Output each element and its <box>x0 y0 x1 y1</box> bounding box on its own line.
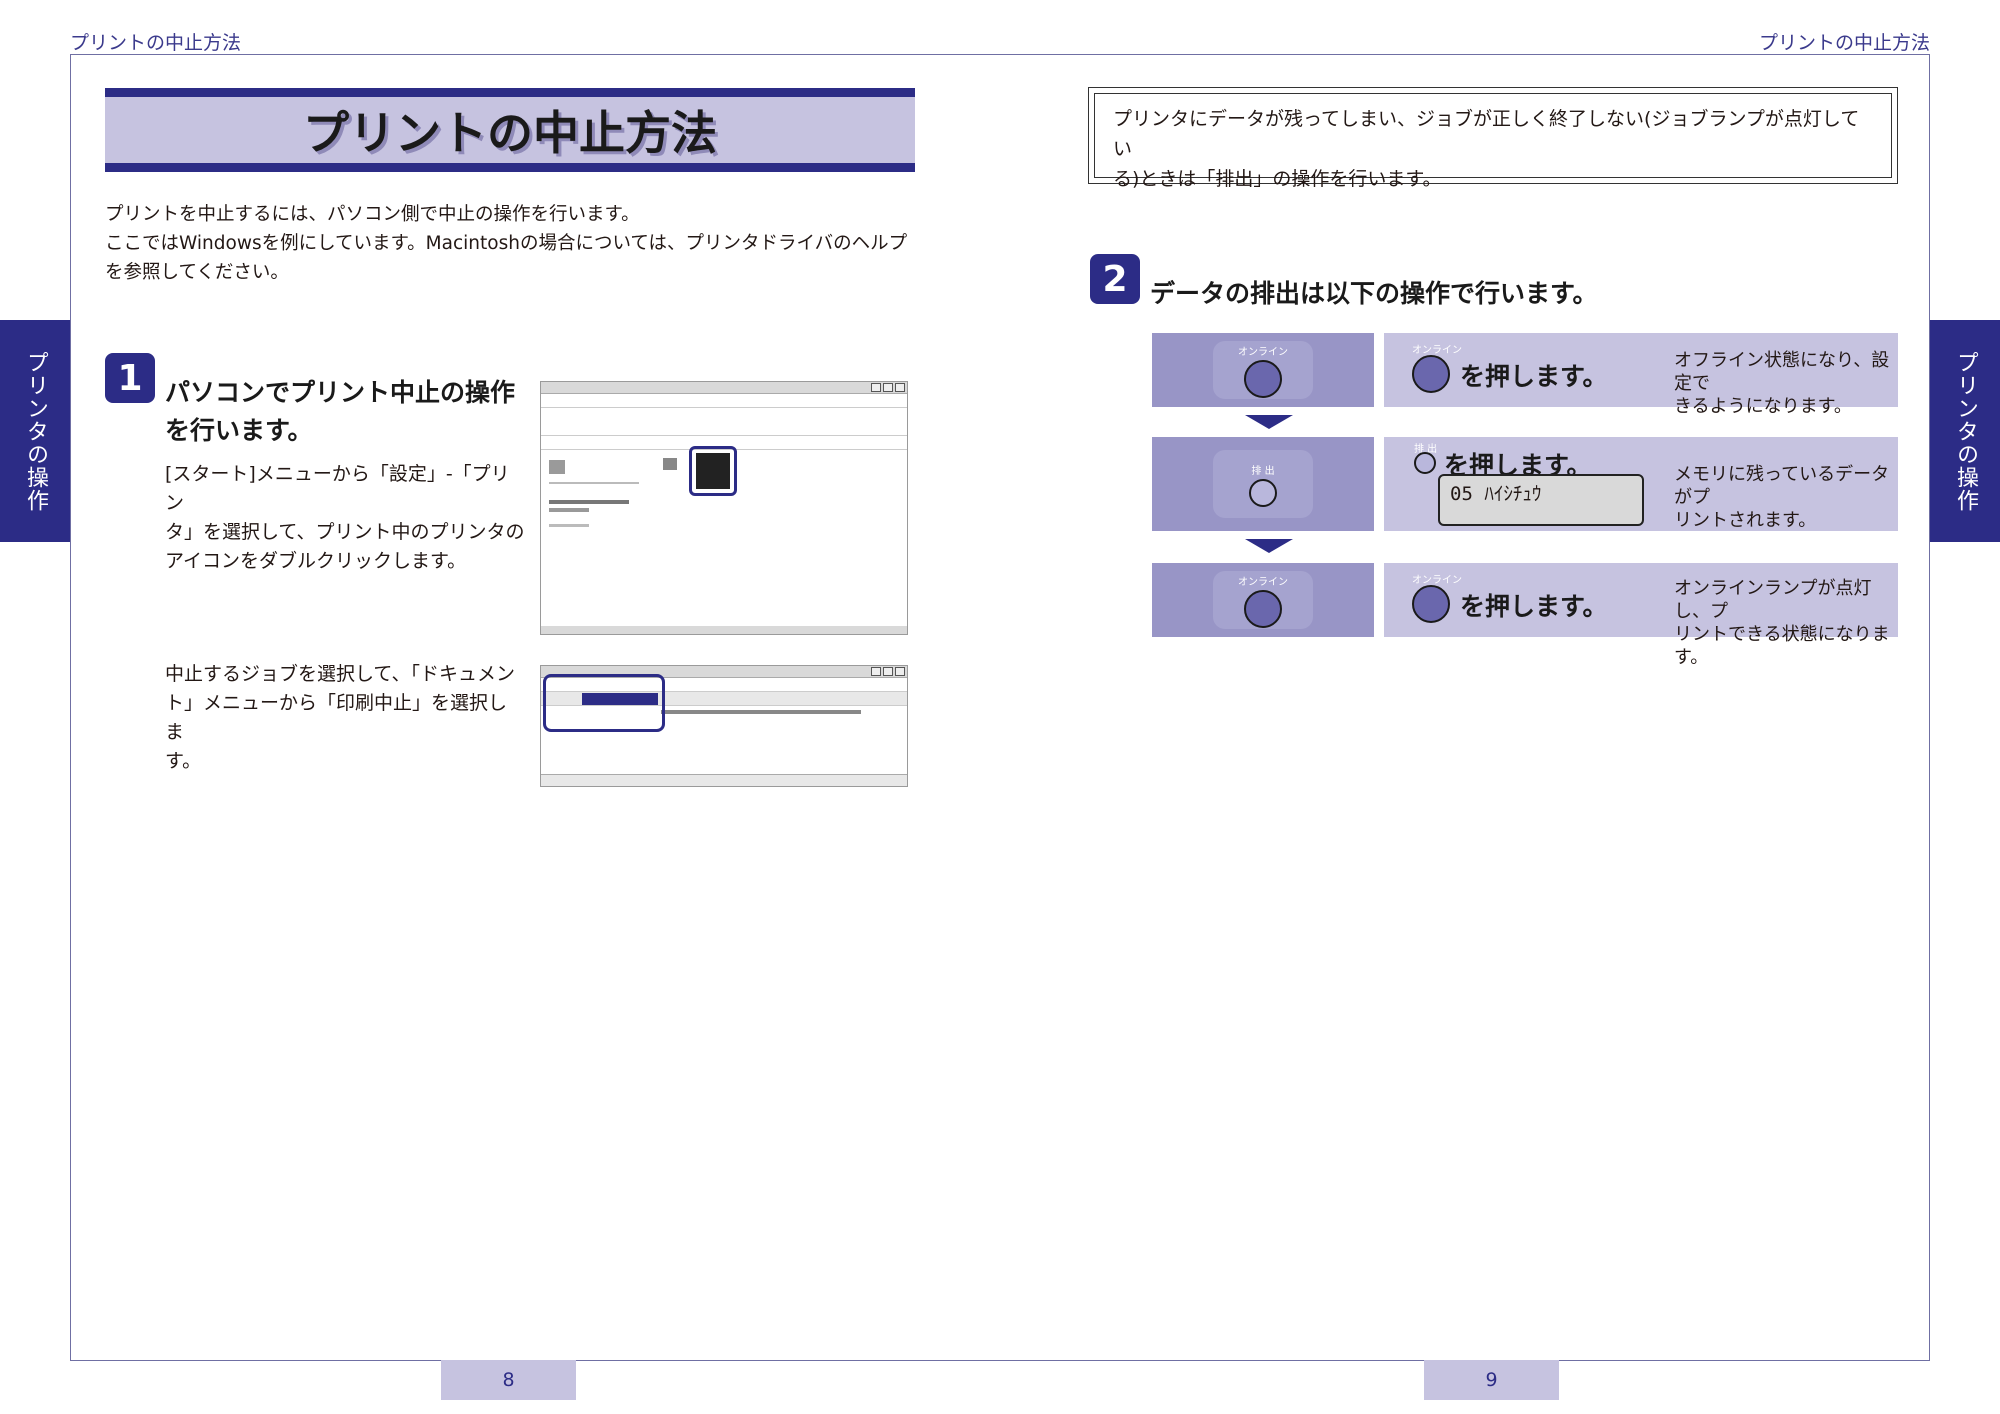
step-text-line: ト」メニューから「印刷中止」を選択しま <box>165 692 508 743</box>
desc-line: オンラインランプが点灯し、プ <box>1674 578 1872 622</box>
document-count-placeholder <box>549 524 589 527</box>
close-icon <box>895 383 905 392</box>
side-tab-left: プリンタの操作 <box>0 320 70 542</box>
button-caption: 排 出 <box>1251 465 1275 477</box>
add-printer-icon <box>663 458 677 470</box>
instruction-row-3: オンライン を押します。 オンラインランプが点灯し、プ リントできる状態になりま… <box>1384 563 1898 668</box>
folder-content <box>541 446 907 630</box>
toolbar <box>541 408 907 436</box>
eject-button-icon <box>1249 478 1277 507</box>
printer-name-placeholder <box>549 500 629 504</box>
status-bar <box>541 774 907 786</box>
step-2-heading: データの排出は以下の操作で行います。 <box>1150 279 1598 308</box>
online-button-graphic: オンライン <box>1213 571 1313 629</box>
button-caption: オンライン <box>1238 346 1288 358</box>
close-icon <box>895 667 905 676</box>
maximize-icon <box>883 383 893 392</box>
panel-button-row-3: オンライン <box>1152 563 1374 637</box>
step-text-line: タ」を選択して、プリント中のプリンタの <box>165 521 525 543</box>
row-description: オフライン状態になり、設定で きるようになります。 <box>1674 349 1904 418</box>
desc-line: リントできる状態になります。 <box>1674 624 1890 668</box>
panel-button-row-1: オンライン <box>1152 333 1374 407</box>
down-arrow-icon <box>1245 539 1293 553</box>
window-titlebar <box>541 382 907 394</box>
step-2-badge: 2 <box>1090 254 1140 304</box>
minimize-icon <box>871 667 881 676</box>
divider <box>549 482 639 484</box>
note-box: プリンタにデータが残ってしまい、ジョブが正しく終了しない(ジョブランプが点灯して… <box>1088 87 1898 190</box>
page-number-right: 9 <box>1424 1360 1559 1400</box>
printer-name-placeholder <box>549 508 589 512</box>
online-button-icon <box>1412 355 1450 393</box>
side-tab-right: プリンタの操作 <box>1930 320 2000 542</box>
job-info-placeholder <box>661 710 861 714</box>
step-1-heading: パソコンでプリント中止の操作 を行います。 <box>165 374 525 450</box>
desc-line: リントされます。 <box>1674 510 1817 531</box>
step-text-line: 中止するジョブを選択して、「ドキュメン <box>165 663 515 685</box>
small-caption: オンライン <box>1412 575 1462 586</box>
online-button-icon <box>1244 589 1282 628</box>
running-title-left: プリントの中止方法 <box>70 32 242 54</box>
step-text-line: アイコンをダブルクリックします。 <box>165 550 467 572</box>
online-button-icon <box>1244 359 1282 398</box>
down-arrow-icon <box>1245 415 1293 429</box>
side-tab-right-label: プリンタの操作 <box>1953 350 1978 512</box>
print-queue-screenshot <box>540 665 908 787</box>
page-title-bar: プリントの中止方法 <box>105 88 915 172</box>
printer-folder-icon <box>549 460 565 474</box>
step-1-heading-line: を行います。 <box>165 416 313 445</box>
instruction-row-1: オンライン を押します。 オフライン状態になり、設定で きるようになります。 <box>1384 333 1898 417</box>
note-inner: プリンタにデータが残ってしまい、ジョブが正しく終了しない(ジョブランプが点灯して… <box>1094 93 1892 190</box>
running-title-right: プリントの中止方法 <box>1758 32 1930 54</box>
side-tab-left-label: プリンタの操作 <box>23 350 48 512</box>
note-line: る)ときは「排出」の操作を行います。 <box>1113 168 1442 190</box>
step-1-text-b: 中止するジョブを選択して、「ドキュメン ト」メニューから「印刷中止」を選択しま … <box>165 660 525 776</box>
panel-button-row-2: 排 出 <box>1152 437 1374 531</box>
printer-icon[interactable] <box>696 453 730 489</box>
action-text: を押します。 <box>1460 362 1608 391</box>
page-title: プリントの中止方法 <box>303 106 717 160</box>
eject-button-icon <box>1414 452 1436 474</box>
eject-button-graphic: 排 出 <box>1213 450 1313 518</box>
lcd-display: 05 ﾊｲｼﾁｭｳ <box>1438 474 1644 526</box>
page-number-left: 8 <box>441 1360 576 1400</box>
cancel-printing-menu-item[interactable] <box>582 693 658 705</box>
status-bar <box>541 626 907 634</box>
step-1-heading-line: パソコンでプリント中止の操作 <box>165 378 516 407</box>
instruction-row-2: 排 出 を押します。 05 ﾊｲｼﾁｭｳ メモリに残っているデータがプ リントさ… <box>1384 437 1898 531</box>
step-text-line: す。 <box>165 750 202 772</box>
intro-line: プリントを中止するには、パソコン側で中止の操作を行います。 <box>105 204 640 225</box>
menu-bar <box>541 394 907 408</box>
intro-line: ここではWindowsを例にしています。Macintoshの場合については、プリ… <box>105 233 908 254</box>
minimize-icon <box>871 383 881 392</box>
row-description: メモリに残っているデータがプ リントされます。 <box>1674 463 1904 532</box>
online-button-icon <box>1412 585 1450 623</box>
step-1-badge: 1 <box>105 353 155 403</box>
online-button-graphic: オンライン <box>1213 341 1313 399</box>
desc-line: オフライン状態になり、設定で <box>1674 350 1890 394</box>
step-1-text-a: [スタート]メニューから「設定」-「プリン タ」を選択して、プリント中のプリンタ… <box>165 460 525 576</box>
intro-paragraph: プリントを中止するには、パソコン側で中止の操作を行います。 ここではWindow… <box>105 200 925 287</box>
printer-icon-highlight <box>689 446 737 496</box>
note-line: プリンタにデータが残ってしまい、ジョブが正しく終了しない(ジョブランプが点灯して… <box>1113 108 1860 160</box>
action-text: を押します。 <box>1460 592 1608 621</box>
printers-window-screenshot <box>540 381 908 635</box>
step-text-line: [スタート]メニューから「設定」-「プリン <box>165 463 510 514</box>
desc-line: メモリに残っているデータがプ <box>1674 464 1890 508</box>
button-caption: オンライン <box>1238 576 1288 588</box>
document-menu-highlight <box>543 674 665 732</box>
row-description: オンラインランプが点灯し、プ リントできる状態になります。 <box>1674 577 1904 669</box>
maximize-icon <box>883 667 893 676</box>
desc-line: きるようになります。 <box>1674 396 1852 417</box>
small-caption: オンライン <box>1412 345 1462 356</box>
intro-line: を参照してください。 <box>105 262 289 283</box>
